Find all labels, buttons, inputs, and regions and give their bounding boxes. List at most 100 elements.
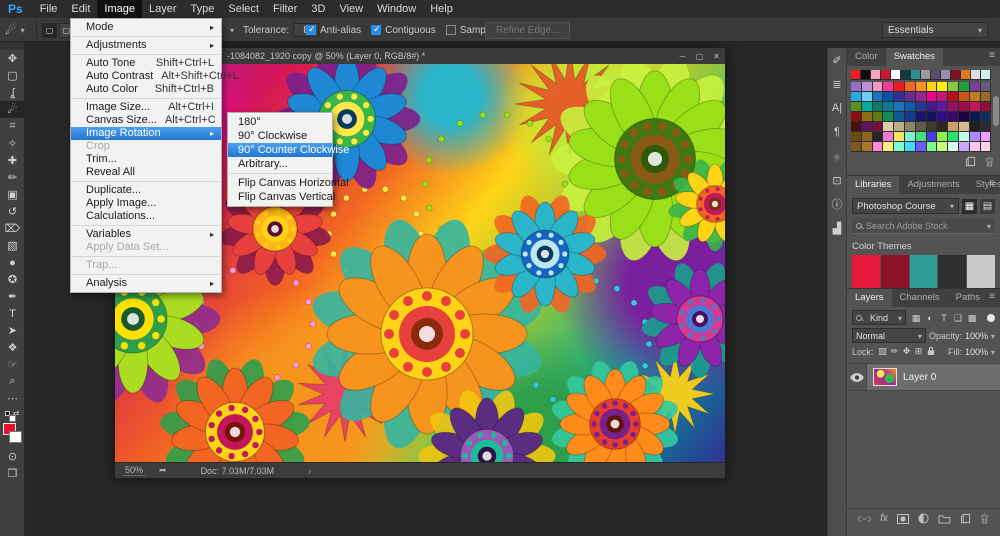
anti-alias-checkbox[interactable] [306, 24, 316, 35]
color-theme-swatch[interactable] [909, 255, 938, 288]
gradient-tool[interactable]: ▧ [0, 237, 25, 254]
color-swatch[interactable] [958, 132, 970, 142]
spot-healing-brush-tool[interactable]: ✚ [0, 152, 25, 169]
zoom-tool[interactable]: ⌕ [0, 373, 25, 390]
color-swatch[interactable] [904, 102, 916, 112]
color-swatch[interactable] [872, 102, 884, 112]
swatches-panel-menu-icon[interactable]: ≡ [989, 50, 995, 61]
menu-item-adjustments[interactable]: Adjustments ▸ [71, 39, 221, 52]
recent-swatch[interactable] [901, 70, 911, 80]
menu-bar-item-help[interactable]: Help [423, 0, 460, 18]
layer-thumbnail[interactable] [873, 368, 897, 386]
color-swatch[interactable] [926, 102, 938, 112]
filter-smart-objects-icon[interactable]: ▩ [965, 311, 979, 325]
color-swatch[interactable] [883, 112, 895, 122]
color-swatch[interactable] [872, 92, 884, 102]
menu-item-auto-tone[interactable]: Auto Tone Shift+Ctrl+L [71, 57, 221, 70]
path-selection-tool[interactable]: ➤ [0, 322, 25, 339]
menu-item-reveal-all[interactable]: Reveal All [71, 166, 221, 179]
histogram-icon[interactable]: ▟ [828, 216, 846, 240]
menu-bar-item-file[interactable]: File [33, 0, 65, 18]
color-swatch[interactable] [883, 132, 895, 142]
clone-stamp-tool[interactable]: ▣ [0, 186, 25, 203]
list-view-icon[interactable]: ▤ [980, 198, 995, 214]
quick-mask-button[interactable]: ⊙ [0, 448, 25, 465]
lock-image-pixels-icon[interactable]: ✏ [889, 346, 901, 358]
recent-swatch[interactable] [961, 70, 971, 80]
tools-panel-header[interactable] [0, 42, 24, 50]
color-swatch[interactable] [872, 132, 884, 142]
color-swatch[interactable] [969, 132, 981, 142]
tab-styles[interactable]: Styles [968, 176, 1000, 194]
rectangular-marquee-tool[interactable]: ▢ [0, 67, 25, 84]
color-swatch[interactable] [915, 142, 927, 152]
color-swatch[interactable] [851, 122, 862, 132]
color-swatch[interactable] [948, 82, 959, 92]
color-swatch[interactable] [894, 142, 905, 152]
tab-paths[interactable]: Paths [948, 289, 988, 307]
color-swatch[interactable] [894, 82, 905, 92]
eyedropper-tool[interactable]: ✧ [0, 135, 25, 152]
history-brush-tool[interactable]: ↺ [0, 203, 25, 220]
color-swatch[interactable] [883, 122, 895, 132]
library-select[interactable]: Photoshop Course [852, 198, 959, 214]
menu-item-variables[interactable]: Variables ▸ [71, 228, 221, 241]
blur-tool[interactable]: ● [0, 254, 25, 271]
color-swatch[interactable] [926, 132, 938, 142]
color-swatch[interactable] [937, 112, 949, 122]
color-swatch[interactable] [915, 82, 927, 92]
recent-swatch[interactable] [931, 70, 941, 80]
delete-layer-icon[interactable] [980, 513, 989, 524]
menu-item-flip-canvas-vertical[interactable]: Flip Canvas Vertical [228, 190, 335, 204]
color-swatch[interactable] [980, 82, 992, 92]
recent-swatch[interactable] [871, 70, 881, 80]
recent-swatch[interactable] [881, 70, 891, 80]
color-swatch[interactable] [894, 92, 905, 102]
menu-item-duplicate[interactable]: Duplicate... [71, 184, 221, 197]
recent-swatch[interactable] [921, 70, 931, 80]
menu-item-canvas-size[interactable]: Canvas Size... Alt+Ctrl+C [71, 114, 221, 127]
color-swatch[interactable] [926, 82, 938, 92]
status-export-icon[interactable]: ➦ [159, 465, 167, 476]
color-swatch[interactable] [948, 102, 959, 112]
color-swatch[interactable] [958, 102, 970, 112]
color-swatch[interactable] [872, 142, 884, 152]
color-swatch[interactable] [958, 92, 970, 102]
status-options-arrow[interactable]: › [308, 466, 311, 476]
recent-swatch[interactable] [851, 70, 861, 80]
color-swatch[interactable] [948, 122, 959, 132]
color-swatch[interactable] [883, 102, 895, 112]
minimize-button[interactable]: ─ [674, 52, 691, 61]
filter-pixel-layers-icon[interactable]: ▦ [909, 311, 923, 325]
workspace-switcher[interactable]: Essentials [882, 22, 988, 38]
recent-swatch[interactable] [951, 70, 961, 80]
delete-swatch-icon[interactable] [985, 154, 994, 172]
color-swatch[interactable] [861, 92, 873, 102]
tab-color[interactable]: Color [847, 48, 886, 66]
blend-mode-select[interactable]: Normal [852, 328, 926, 343]
filter-shape-layers-icon[interactable]: ❏ [951, 311, 965, 325]
scrollbar-thumb[interactable] [993, 96, 999, 126]
color-swatch[interactable] [894, 112, 905, 122]
color-swatch[interactable] [872, 112, 884, 122]
menu-bar-item-edit[interactable]: Edit [64, 0, 97, 18]
color-swatch[interactable] [958, 112, 970, 122]
link-layers-icon[interactable] [858, 515, 872, 523]
new-adjustment-layer-icon[interactable] [918, 513, 929, 524]
tab-adjustments[interactable]: Adjustments [899, 176, 967, 194]
color-swatch[interactable] [926, 142, 938, 152]
recent-swatch[interactable] [891, 70, 901, 80]
color-theme-swatch[interactable] [938, 255, 967, 288]
background-color-swatch[interactable] [9, 431, 22, 443]
eraser-tool[interactable]: ⌦ [0, 220, 25, 237]
color-swatch[interactable] [872, 82, 884, 92]
add-layer-mask-icon[interactable] [896, 513, 909, 524]
color-swatch[interactable] [904, 132, 916, 142]
color-swatch[interactable] [969, 82, 981, 92]
color-swatch[interactable] [904, 92, 916, 102]
color-swatch[interactable] [948, 112, 959, 122]
color-swatch[interactable] [937, 122, 949, 132]
color-swatch[interactable] [926, 122, 938, 132]
layers-panel-menu-icon[interactable]: ≡ [989, 291, 995, 302]
lock-transparent-pixels-icon[interactable]: ▨ [877, 346, 889, 358]
